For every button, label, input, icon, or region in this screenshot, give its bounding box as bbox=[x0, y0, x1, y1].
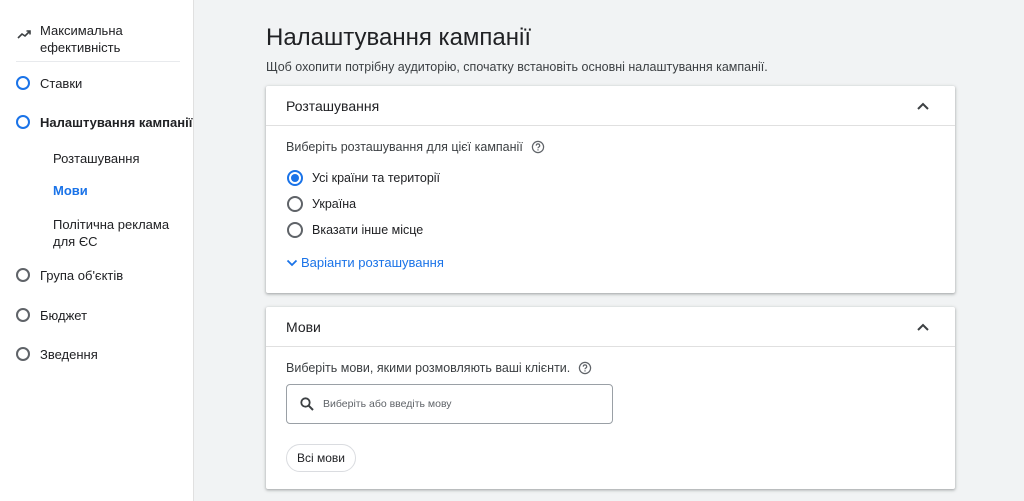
location-option-other[interactable]: Вказати інше місце bbox=[287, 220, 423, 240]
sidebar-item-label: Максимальна ефективність bbox=[40, 23, 123, 55]
languages-question: Виберіть мови, якими розмовляють ваші кл… bbox=[286, 361, 592, 375]
sidebar-step-label: Бюджет bbox=[40, 307, 88, 323]
step-circle-icon bbox=[16, 308, 30, 322]
sidebar-step-asset-group[interactable]: Група об'єктів bbox=[16, 265, 123, 285]
sidebar-step-campaign-settings[interactable]: Налаштування кампанії bbox=[16, 112, 192, 132]
language-search-field[interactable] bbox=[286, 384, 613, 424]
sidebar-step-summary[interactable]: Зведення bbox=[16, 344, 98, 364]
location-question: Виберіть розташування для цієї кампанії bbox=[286, 140, 545, 154]
sidebar-step-label: Зведення bbox=[40, 346, 98, 362]
sidebar-step-budget[interactable]: Бюджет bbox=[16, 305, 87, 325]
chevron-up-icon bbox=[917, 323, 929, 331]
radio-button[interactable] bbox=[287, 196, 303, 212]
all-languages-chip[interactable]: Всі мови bbox=[286, 444, 357, 472]
location-card: Розташування Виберіть розташування для ц… bbox=[266, 86, 955, 293]
location-option-all-countries[interactable]: Усі країни та території bbox=[287, 168, 440, 188]
sidebar-step-label: Група об'єктів bbox=[40, 267, 124, 283]
step-circle-icon bbox=[16, 268, 30, 282]
sidebar-subitem-location[interactable]: Розташування bbox=[53, 150, 188, 167]
languages-card: Мови Виберіть мови, якими розмовляють ва… bbox=[266, 307, 955, 489]
sidebar-step-label: Ставки bbox=[40, 75, 83, 91]
sidebar-step-bids[interactable]: Ставки bbox=[16, 73, 82, 93]
location-options-link[interactable]: Варіанти розташування bbox=[285, 255, 444, 270]
radio-label: Вказати інше місце bbox=[312, 223, 424, 237]
trending-up-icon bbox=[17, 30, 31, 39]
languages-card-header[interactable]: Мови bbox=[266, 307, 955, 347]
location-option-ukraine[interactable]: Україна bbox=[287, 194, 356, 214]
radio-label: Усі країни та території bbox=[312, 171, 441, 185]
page-title: Налаштування кампанії bbox=[266, 24, 532, 51]
link-label: Варіанти розташування bbox=[301, 255, 444, 270]
question-text: Виберіть розташування для цієї кампанії bbox=[286, 140, 523, 154]
page-subtitle: Щоб охопити потрібну аудиторію, спочатку… bbox=[266, 60, 768, 74]
sidebar-step-label: Налаштування кампанії bbox=[40, 114, 193, 130]
help-icon[interactable] bbox=[531, 140, 545, 154]
sidebar: Максимальна ефективність Ставки Налаштув… bbox=[0, 0, 194, 501]
sidebar-subitem-eu-political-ads[interactable]: Політична реклама для ЄС bbox=[53, 216, 188, 250]
radio-label: Україна bbox=[312, 197, 357, 211]
sidebar-item-performance[interactable]: Максимальна ефективність bbox=[16, 22, 180, 56]
help-icon[interactable] bbox=[578, 361, 592, 375]
location-card-header[interactable]: Розташування bbox=[266, 86, 955, 126]
card-title: Розташування bbox=[286, 97, 380, 114]
step-circle-icon bbox=[16, 347, 30, 361]
collapse-button[interactable] bbox=[911, 94, 935, 118]
radio-button[interactable] bbox=[287, 170, 303, 186]
step-circle-icon bbox=[16, 115, 30, 129]
collapse-button[interactable] bbox=[911, 315, 935, 339]
chevron-down-icon bbox=[286, 259, 298, 266]
sidebar-divider bbox=[16, 61, 180, 62]
language-search-input[interactable] bbox=[323, 398, 603, 410]
radio-button[interactable] bbox=[287, 222, 303, 238]
search-icon bbox=[300, 397, 314, 411]
sidebar-subitem-languages[interactable]: Мови bbox=[53, 182, 188, 199]
chevron-up-icon bbox=[917, 102, 929, 110]
card-title: Мови bbox=[286, 318, 321, 335]
step-circle-icon bbox=[16, 76, 30, 90]
question-text: Виберіть мови, якими розмовляють ваші кл… bbox=[286, 361, 571, 375]
